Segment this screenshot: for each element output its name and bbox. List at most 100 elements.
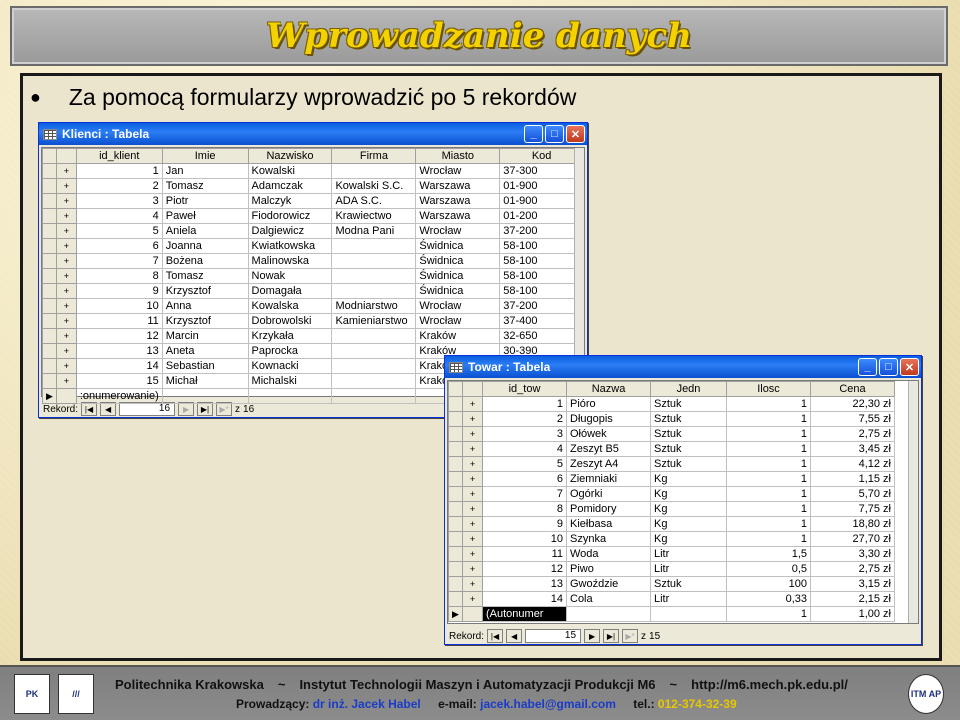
table-cell[interactable]: 9 bbox=[482, 516, 567, 532]
table-cell[interactable]: Kraków bbox=[415, 328, 501, 344]
table-row[interactable]: +4 Paweł Fiodorowicz Krawiectwo Warszawa 01-2… bbox=[42, 208, 584, 224]
column-header-jedn[interactable]: Jedn bbox=[650, 381, 727, 397]
table-cell[interactable]: Krzykała bbox=[247, 328, 333, 344]
table-cell[interactable]: Bożena bbox=[161, 253, 249, 269]
table-cell[interactable]: Kowalski bbox=[247, 163, 333, 179]
expand-plus-icon[interactable]: + bbox=[462, 501, 483, 517]
table-cell[interactable]: Sztuk bbox=[650, 576, 727, 592]
last-record-icon[interactable]: ▶| bbox=[603, 629, 620, 643]
row-selector[interactable] bbox=[42, 373, 57, 389]
table-cell[interactable]: 5,70 zł bbox=[810, 486, 895, 502]
klienci-window-titlebar[interactable]: Klienci : Tabela _ □ ✕ bbox=[39, 123, 587, 145]
table-row[interactable]: +7 Ogórki Kg 1 5,70 zł bbox=[448, 486, 895, 502]
table-cell[interactable]: 18,80 zł bbox=[810, 516, 895, 532]
table-cell[interactable]: Modniarstwo bbox=[331, 298, 417, 314]
next-record-icon[interactable]: ▶ bbox=[178, 402, 195, 416]
table-cell[interactable]: Aneta bbox=[161, 343, 249, 359]
row-selector[interactable] bbox=[42, 208, 57, 224]
table-cell[interactable]: Aniela bbox=[161, 223, 249, 239]
table-cell[interactable]: Domagała bbox=[247, 283, 333, 299]
table-cell[interactable]: 14 bbox=[482, 591, 567, 607]
table-row[interactable]: +11 Krzysztof Dobrowolski Kamieniarstwo Wroc… bbox=[42, 313, 584, 329]
table-cell[interactable] bbox=[331, 253, 417, 269]
row-selector[interactable] bbox=[42, 253, 57, 269]
table-cell[interactable]: 1,5 bbox=[726, 546, 811, 562]
table-cell[interactable] bbox=[331, 283, 417, 299]
table-cell[interactable]: Kowalski S.C. bbox=[331, 178, 417, 194]
first-record-icon[interactable]: |◀ bbox=[81, 402, 98, 416]
row-selector[interactable] bbox=[42, 283, 57, 299]
table-cell[interactable]: 01-200 bbox=[499, 208, 584, 224]
table-cell[interactable]: Anna bbox=[161, 298, 249, 314]
row-selector[interactable] bbox=[42, 178, 57, 194]
expand-plus-icon[interactable]: + bbox=[462, 456, 483, 472]
table-cell[interactable]: 22,30 zł bbox=[810, 396, 895, 412]
expand-plus-icon[interactable]: + bbox=[462, 591, 483, 607]
table-cell[interactable]: 100 bbox=[726, 576, 811, 592]
table-cell[interactable]: Sztuk bbox=[650, 441, 727, 457]
new-record-autonumber[interactable]: :onumerowanie) bbox=[75, 388, 163, 404]
first-record-icon[interactable]: |◀ bbox=[487, 629, 504, 643]
table-cell[interactable]: 1 bbox=[726, 471, 811, 487]
table-cell[interactable]: 2 bbox=[75, 178, 163, 194]
table-row[interactable]: +12 Piwo Litr 0,5 2,75 zł bbox=[448, 561, 895, 577]
table-cell[interactable]: Krawiectwo bbox=[331, 208, 417, 224]
expand-plus-icon[interactable]: + bbox=[55, 373, 77, 389]
table-cell[interactable]: 1 bbox=[726, 501, 811, 517]
expand-plus-icon[interactable]: + bbox=[55, 268, 77, 284]
table-cell[interactable]: Nowak bbox=[247, 268, 333, 284]
row-selector[interactable] bbox=[42, 328, 57, 344]
table-cell[interactable]: 58-100 bbox=[499, 268, 584, 284]
table-cell[interactable]: 1 bbox=[726, 516, 811, 532]
table-cell[interactable]: 2,75 zł bbox=[810, 426, 895, 442]
table-cell[interactable]: Piotr bbox=[161, 193, 249, 209]
table-cell[interactable]: Fiodorowicz bbox=[247, 208, 333, 224]
table-cell[interactable]: Gwoździe bbox=[566, 576, 651, 592]
towar-window-titlebar[interactable]: Towar : Tabela _ □ ✕ bbox=[445, 356, 921, 378]
expand-plus-icon[interactable]: + bbox=[55, 178, 77, 194]
row-selector[interactable] bbox=[448, 471, 463, 487]
table-cell[interactable] bbox=[161, 388, 249, 404]
table-cell[interactable]: Sebastian bbox=[161, 358, 249, 374]
table-cell[interactable]: 1,00 zł bbox=[810, 606, 895, 622]
table-cell[interactable]: Warszawa bbox=[415, 208, 501, 224]
table-cell[interactable]: Litr bbox=[650, 591, 727, 607]
table-cell[interactable]: 8 bbox=[75, 268, 163, 284]
email-link[interactable]: jacek.habel@gmail.com bbox=[480, 697, 616, 711]
table-cell[interactable]: Sztuk bbox=[650, 426, 727, 442]
close-button[interactable]: ✕ bbox=[566, 125, 585, 143]
table-cell[interactable]: 3,15 zł bbox=[810, 576, 895, 592]
table-cell[interactable]: 6 bbox=[482, 471, 567, 487]
table-cell[interactable]: 1 bbox=[726, 426, 811, 442]
table-cell[interactable]: Krzysztof bbox=[161, 283, 249, 299]
table-cell[interactable]: 12 bbox=[75, 328, 163, 344]
prev-record-icon[interactable]: ◀ bbox=[506, 629, 523, 643]
table-cell[interactable]: 3,30 zł bbox=[810, 546, 895, 562]
new-record-icon[interactable]: ▶* bbox=[216, 402, 233, 416]
table-cell[interactable]: 4 bbox=[75, 208, 163, 224]
table-row[interactable]: +4 Zeszyt B5 Sztuk 1 3,45 zł bbox=[448, 441, 895, 457]
expand-plus-icon[interactable]: + bbox=[55, 238, 77, 254]
table-cell[interactable] bbox=[331, 268, 417, 284]
table-cell[interactable]: 4 bbox=[482, 441, 567, 457]
table-cell[interactable]: Ziemniaki bbox=[566, 471, 651, 487]
row-selector[interactable] bbox=[448, 576, 463, 592]
expand-plus-icon[interactable]: + bbox=[462, 546, 483, 562]
table-cell[interactable]: ADA S.C. bbox=[331, 193, 417, 209]
row-selector[interactable] bbox=[42, 238, 57, 254]
towar-table-window[interactable]: Towar : Tabela _ □ ✕ id_tow Nazwa Jedn Ilos… bbox=[444, 355, 922, 645]
table-cell[interactable]: 01-900 bbox=[499, 193, 584, 209]
table-cell[interactable]: 11 bbox=[75, 313, 163, 329]
expand-plus-icon[interactable]: + bbox=[462, 576, 483, 592]
table-cell[interactable]: Sztuk bbox=[650, 411, 727, 427]
row-selector[interactable] bbox=[448, 501, 463, 517]
expand-plus-icon[interactable]: + bbox=[462, 426, 483, 442]
table-cell[interactable] bbox=[331, 163, 417, 179]
expand-plus-icon[interactable]: + bbox=[462, 441, 483, 457]
table-cell[interactable]: Litr bbox=[650, 561, 727, 577]
table-cell[interactable]: Ołówek bbox=[566, 426, 651, 442]
row-selector[interactable] bbox=[42, 343, 57, 359]
towar-current-record[interactable]: 15 bbox=[525, 629, 582, 643]
table-cell[interactable]: Ogórki bbox=[566, 486, 651, 502]
table-cell[interactable]: 13 bbox=[75, 343, 163, 359]
